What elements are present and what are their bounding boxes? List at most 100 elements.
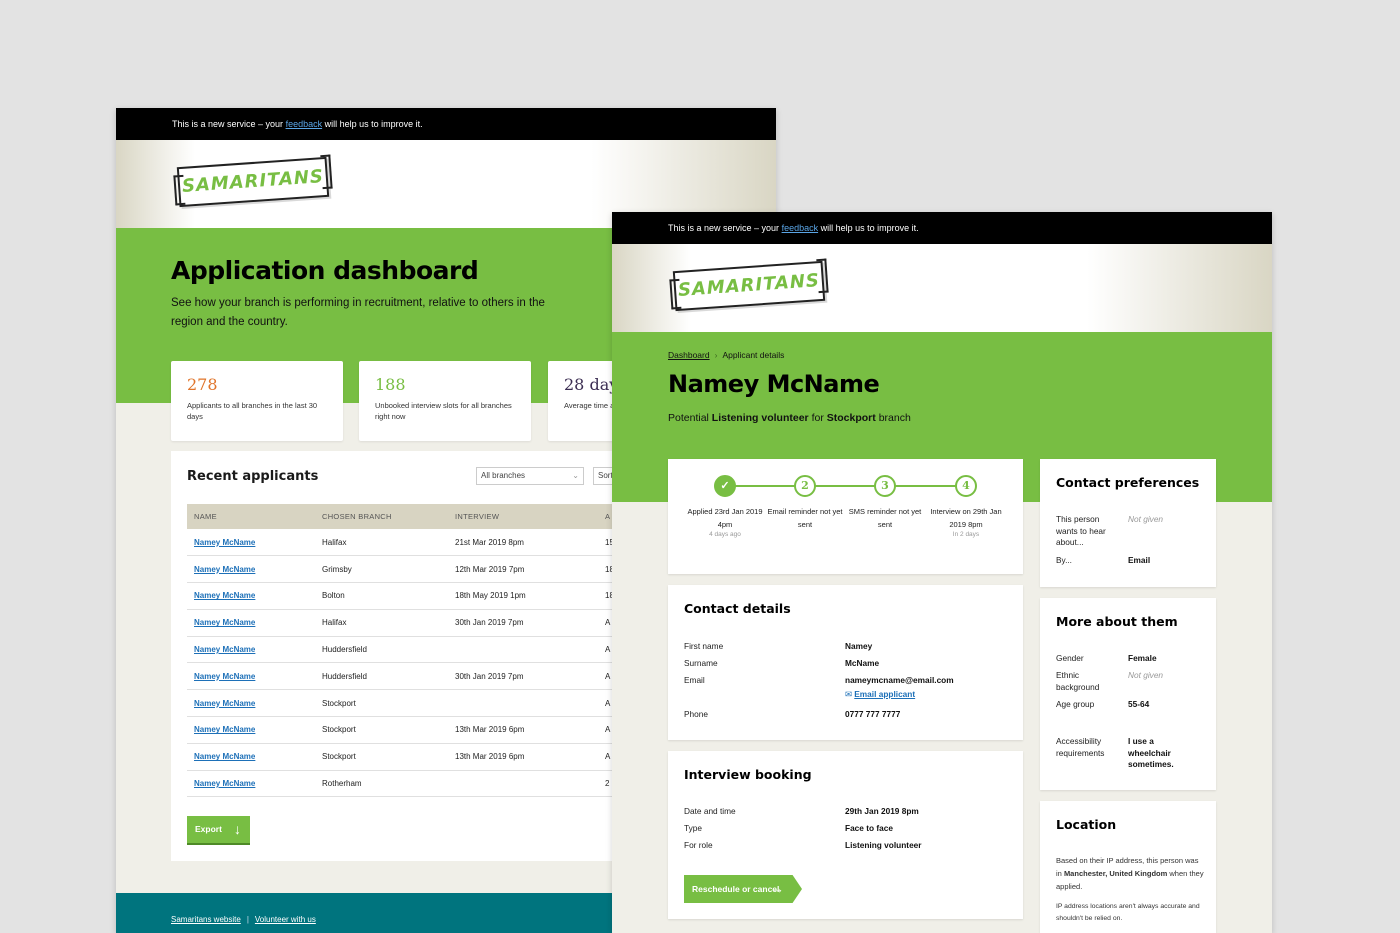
name-cell: Namey McName	[187, 529, 315, 557]
service-banner: This is a new service – your feedback wi…	[612, 212, 1272, 244]
interview-cell: 21st Mar 2019 8pm	[448, 529, 598, 557]
step-number: 2	[794, 475, 816, 497]
name-cell: Namey McName	[187, 582, 315, 610]
branch-cell: Huddersfield	[315, 662, 448, 691]
step-number: 4	[955, 475, 977, 497]
reschedule-button[interactable]: Reschedule or cancel →	[684, 875, 802, 903]
branch-cell: Stockport	[315, 689, 448, 718]
service-banner: This is a new service – your feedback wi…	[116, 108, 776, 140]
interview-booking-title: Interview booking	[684, 767, 812, 782]
name-cell: Namey McName	[187, 689, 315, 718]
branch-cell: Grimsby	[315, 555, 448, 584]
feedback-link[interactable]: feedback	[782, 223, 819, 233]
applicant-name-link[interactable]: Namey McName	[194, 725, 255, 734]
first-name-value: Namey	[845, 641, 873, 651]
applicant-page: This is a new service – your feedback wi…	[612, 212, 1272, 933]
name-cell: Namey McName	[187, 743, 315, 771]
banner-suffix: will help us to improve it.	[324, 119, 423, 129]
name-cell: Namey McName	[187, 636, 315, 664]
chevron-down-icon: ⌄	[572, 471, 579, 480]
name-cell: Namey McName	[187, 662, 315, 691]
contact-details-title: Contact details	[684, 601, 791, 616]
footer-link-volunteer[interactable]: Volunteer with us	[255, 915, 316, 924]
contact-details-card: Contact details First name Namey Surname…	[668, 585, 1023, 740]
interview-cell	[448, 636, 598, 664]
step-label: SMS reminder not yet sent	[848, 507, 922, 529]
accessibility-value: I use a wheelchair sometimes.	[1128, 736, 1174, 769]
name-cell: Namey McName	[187, 716, 315, 744]
branch-cell: Huddersfield	[315, 636, 448, 664]
samaritans-logo[interactable]: SAMARITANS	[672, 260, 826, 312]
export-button[interactable]: Export ↓	[187, 816, 250, 843]
interview-cell: 13th Mar 2019 6pm	[448, 716, 598, 744]
feedback-link[interactable]: feedback	[286, 119, 323, 129]
branch-name: Stockport	[826, 412, 876, 424]
step-label: Applied 23rd Jan 2019 4pm	[687, 507, 763, 529]
footer-link-website[interactable]: Samaritans website	[171, 915, 241, 924]
more-about-card: More about them Gender Female Ethnic bac…	[1040, 598, 1216, 790]
stat-card-unbooked: 188 Unbooked interview slots for all bra…	[359, 361, 531, 441]
stat-card-applicants: 278 Applicants to all branches in the la…	[171, 361, 343, 441]
applicant-name-title: Namey McName	[668, 370, 880, 398]
location-card: Location Based on their IP address, this…	[1040, 801, 1216, 933]
by-label: By...	[1056, 555, 1072, 565]
contact-preferences-title: Contact preferences	[1056, 475, 1200, 490]
envelope-icon: ✉	[845, 689, 852, 699]
check-icon: ✓	[714, 475, 736, 497]
applicant-name-link[interactable]: Namey McName	[194, 618, 255, 627]
applicant-name-link[interactable]: Namey McName	[194, 672, 255, 681]
step-label: Email reminder not yet sent	[767, 507, 843, 529]
phone-label: Phone	[684, 709, 708, 719]
branch-cell: Bolton	[315, 582, 448, 610]
applicant-name-link[interactable]: Namey McName	[194, 645, 255, 654]
breadcrumb-dashboard-link[interactable]: Dashboard	[668, 350, 710, 360]
surname-label: Surname	[684, 658, 718, 668]
branch-filter-select[interactable]: All branches ⌄	[476, 467, 584, 485]
interview-cell	[448, 770, 598, 798]
applicant-name-link[interactable]: Namey McName	[194, 779, 255, 788]
interview-cell: 18th May 2019 1pm	[448, 582, 598, 610]
email-applicant-link[interactable]: Email applicant	[854, 689, 915, 699]
by-value: Email	[1128, 555, 1151, 565]
export-label: Export	[195, 824, 222, 834]
page-title: Application dashboard	[171, 256, 479, 285]
datetime-label: Date and time	[684, 806, 736, 816]
samaritans-logo[interactable]: SAMARITANS	[176, 156, 330, 208]
type-value: Face to face	[845, 823, 893, 833]
location-text: Based on their IP address, this person w…	[1056, 854, 1206, 893]
column-header[interactable]: NAME	[187, 504, 315, 529]
interview-cell: 30th Jan 2019 7pm	[448, 662, 598, 691]
step-label: Interview on 29th Jan 2019 8pm	[930, 507, 1002, 529]
email-applicant-link-wrap: ✉ Email applicant	[845, 689, 915, 701]
datetime-value: 29th Jan 2019 8pm	[845, 806, 919, 816]
progress-step-sms: 3 SMS reminder not yet sent	[845, 475, 925, 531]
applicant-name-link[interactable]: Namey McName	[194, 591, 255, 600]
role-label: For role	[684, 840, 713, 850]
interview-booking-card: Interview booking Date and time 29th Jan…	[668, 751, 1023, 919]
interview-cell: 12th Mar 2019 7pm	[448, 555, 598, 584]
applicant-name-link[interactable]: Namey McName	[194, 752, 255, 761]
email-label: Email	[684, 675, 705, 685]
role-name: Listening volunteer	[711, 412, 809, 424]
branch-cell: Halifax	[315, 609, 448, 637]
arrow-down-icon: ↓	[234, 821, 241, 837]
step-number: 3	[874, 475, 896, 497]
applicant-name-link[interactable]: Namey McName	[194, 699, 255, 708]
page-description: See how your branch is performing in rec…	[171, 297, 545, 328]
age-value: 55-64	[1128, 699, 1150, 709]
surname-value: McName	[845, 658, 880, 668]
recent-applicants-title: Recent applicants	[187, 469, 319, 484]
location-disclaimer: IP address locations aren't always accur…	[1056, 903, 1200, 922]
banner-suffix: will help us to improve it.	[820, 223, 919, 233]
phone-value: 0777 777 7777	[845, 709, 901, 719]
column-header[interactable]: INTERVIEW	[448, 504, 598, 529]
location-place: Manchester, United Kingdom	[1063, 869, 1168, 878]
stat-value: 278	[187, 375, 218, 394]
applicant-name-link[interactable]: Namey McName	[194, 538, 255, 547]
progress-step-applied: ✓ Applied 23rd Jan 2019 4pm 4 days ago	[685, 475, 765, 538]
email-value: nameymcname@email.com	[845, 675, 954, 685]
accessibility-label: Accessibility requirements	[1056, 736, 1105, 758]
applicant-name-link[interactable]: Namey McName	[194, 565, 255, 574]
column-header[interactable]: CHOSEN BRANCH	[315, 504, 448, 529]
interview-cell: 30th Jan 2019 7pm	[448, 609, 598, 637]
